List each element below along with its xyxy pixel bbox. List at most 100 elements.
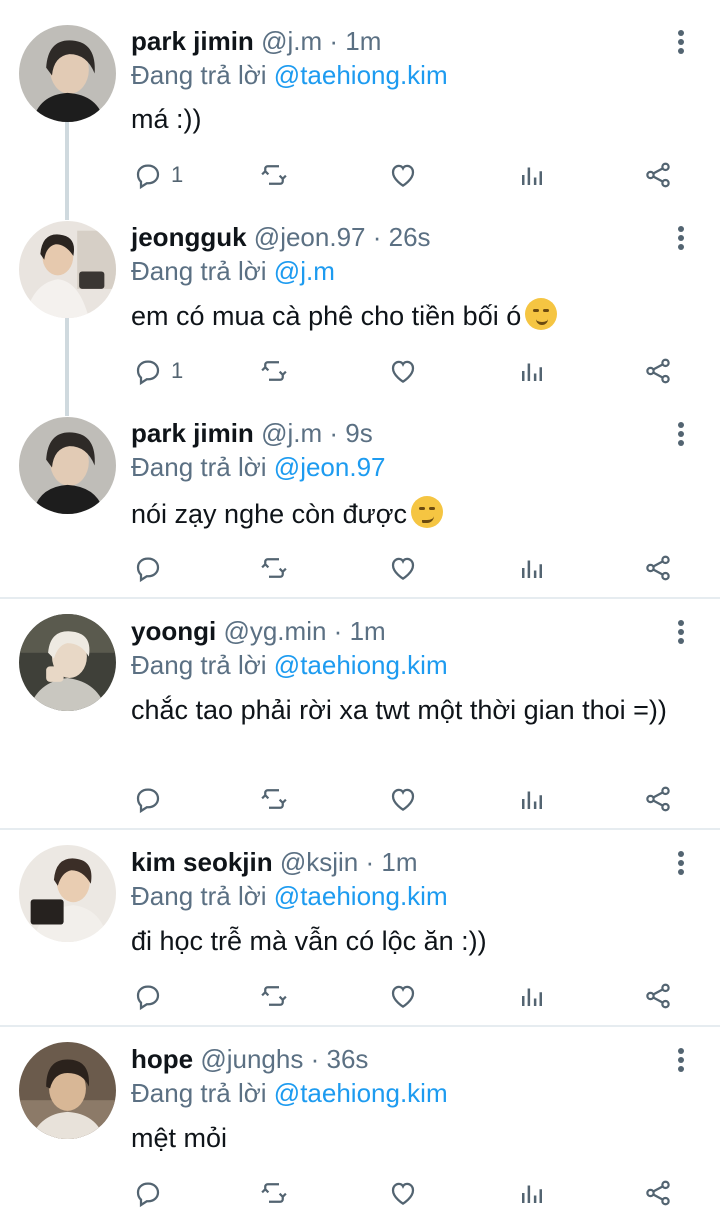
replying-to: Đang trả lời @taehiong.kim	[131, 650, 448, 680]
retweet-button[interactable]	[259, 781, 289, 817]
reply-icon	[136, 1182, 160, 1208]
avatar[interactable]	[19, 221, 116, 318]
like-button[interactable]	[388, 1175, 418, 1211]
stats-button[interactable]	[517, 781, 547, 817]
more-vertical-icon[interactable]	[670, 420, 692, 450]
replying-to: Đang trả lời @taehiong.kim	[131, 881, 448, 911]
tweet[interactable]: hope @junghs · 36s Đang trả lời @taehion…	[0, 1018, 720, 1222]
mention-link[interactable]: @taehiong.kim	[274, 881, 448, 911]
user-handle: @junghs	[200, 1044, 304, 1074]
avatar[interactable]	[19, 417, 116, 514]
retweet-icon	[261, 789, 287, 809]
stats-button[interactable]	[517, 550, 547, 586]
display-name[interactable]: kim seokjin	[131, 847, 273, 877]
stats-button[interactable]	[517, 978, 547, 1014]
user-handle: @j.m	[261, 26, 323, 56]
retweet-button[interactable]	[259, 550, 289, 586]
action-bar	[131, 550, 691, 586]
reply-icon	[136, 557, 160, 583]
retweet-button[interactable]	[259, 353, 289, 389]
share-button[interactable]	[643, 353, 673, 389]
display-name[interactable]: hope	[131, 1044, 193, 1074]
tweet[interactable]: yoongi @yg.min · 1m Đang trả lời @taehio…	[0, 590, 720, 828]
mention-link[interactable]: @taehiong.kim	[274, 60, 448, 90]
stats-icon	[522, 363, 542, 381]
reply-button[interactable]	[133, 1175, 171, 1211]
stats-icon	[522, 988, 542, 1006]
replying-to: Đang trả lời @taehiong.kim	[131, 1078, 448, 1108]
tweet[interactable]: jeongguk @jeon.97 · 26s Đang trả lời @j.…	[0, 196, 720, 392]
heart-icon	[391, 360, 415, 383]
tweet-text-wrap: nói zạy nghe còn được	[131, 496, 691, 531]
tweet-text: em có mua cà phê cho tiền bối ó	[131, 301, 522, 331]
mention-link[interactable]: @j.m	[274, 256, 335, 286]
reply-icon	[136, 788, 160, 814]
retweet-icon	[261, 165, 287, 185]
tweet-text: mệt mỏi	[131, 1123, 228, 1153]
tweet[interactable]: kim seokjin @ksjin · 1m Đang trả lời @ta…	[0, 821, 720, 1026]
avatar[interactable]	[19, 614, 116, 711]
replying-to: Đang trả lời @j.m	[131, 256, 335, 286]
separator-dot: ·	[310, 1044, 320, 1074]
share-icon	[646, 555, 670, 581]
tweet-header: hope @junghs · 36s	[131, 1044, 368, 1074]
more-vertical-icon[interactable]	[670, 618, 692, 648]
more-vertical-icon[interactable]	[670, 28, 692, 58]
share-button[interactable]	[643, 1175, 673, 1211]
user-handle: @yg.min	[223, 616, 327, 646]
share-button[interactable]	[643, 781, 673, 817]
display-name[interactable]: jeongguk	[131, 222, 247, 252]
heart-icon	[391, 557, 415, 580]
reply-icon	[136, 164, 160, 190]
avatar[interactable]	[19, 845, 116, 942]
share-button[interactable]	[643, 550, 673, 586]
heart-icon	[391, 788, 415, 811]
replying-to-label: Đang trả lời	[131, 1078, 267, 1108]
more-vertical-icon[interactable]	[670, 224, 692, 254]
reply-button[interactable]	[133, 781, 171, 817]
stats-button[interactable]	[517, 1175, 547, 1211]
action-bar	[131, 781, 691, 817]
separator-dot: ·	[372, 222, 382, 252]
display-name[interactable]: park jimin	[131, 26, 254, 56]
timestamp: 36s	[326, 1044, 369, 1074]
retweet-button[interactable]	[259, 1175, 289, 1211]
more-vertical-icon[interactable]	[670, 1046, 692, 1076]
retweet-button[interactable]	[259, 978, 289, 1014]
timestamp: 1m	[345, 26, 382, 56]
tweet[interactable]: park jimin @j.m · 1m Đang trả lời @taehi…	[0, 0, 720, 196]
separator-dot: ·	[365, 847, 375, 877]
mention-link[interactable]: @jeon.97	[274, 452, 386, 482]
retweet-icon	[261, 558, 287, 578]
action-bar: 1	[131, 353, 691, 389]
stats-button[interactable]	[517, 157, 547, 193]
share-button[interactable]	[643, 157, 673, 193]
share-icon	[646, 358, 670, 384]
avatar[interactable]	[19, 25, 116, 122]
like-button[interactable]	[388, 550, 418, 586]
like-button[interactable]	[388, 353, 418, 389]
like-button[interactable]	[388, 157, 418, 193]
reply-button[interactable]: 1	[133, 353, 183, 389]
stats-button[interactable]	[517, 353, 547, 389]
share-button[interactable]	[643, 978, 673, 1014]
mention-link[interactable]: @taehiong.kim	[274, 650, 448, 680]
more-vertical-icon[interactable]	[670, 849, 692, 879]
reply-button[interactable]	[133, 978, 171, 1014]
reply-button[interactable]: 1	[133, 157, 183, 193]
reply-count: 1	[171, 358, 184, 383]
display-name[interactable]: park jimin	[131, 418, 254, 448]
avatar[interactable]	[19, 1042, 116, 1139]
stats-icon	[522, 791, 542, 809]
like-button[interactable]	[388, 978, 418, 1014]
tweet[interactable]: park jimin @j.m · 9s Đang trả lời @jeon.…	[0, 392, 720, 598]
timestamp: 1m	[381, 847, 418, 877]
retweet-button[interactable]	[259, 157, 289, 193]
smirking-face-emoji-icon	[410, 496, 443, 528]
display-name[interactable]: yoongi	[131, 616, 216, 646]
action-bar	[131, 978, 691, 1014]
reply-button[interactable]	[133, 550, 171, 586]
timestamp: 9s	[345, 418, 373, 448]
like-button[interactable]	[388, 781, 418, 817]
mention-link[interactable]: @taehiong.kim	[274, 1078, 448, 1108]
